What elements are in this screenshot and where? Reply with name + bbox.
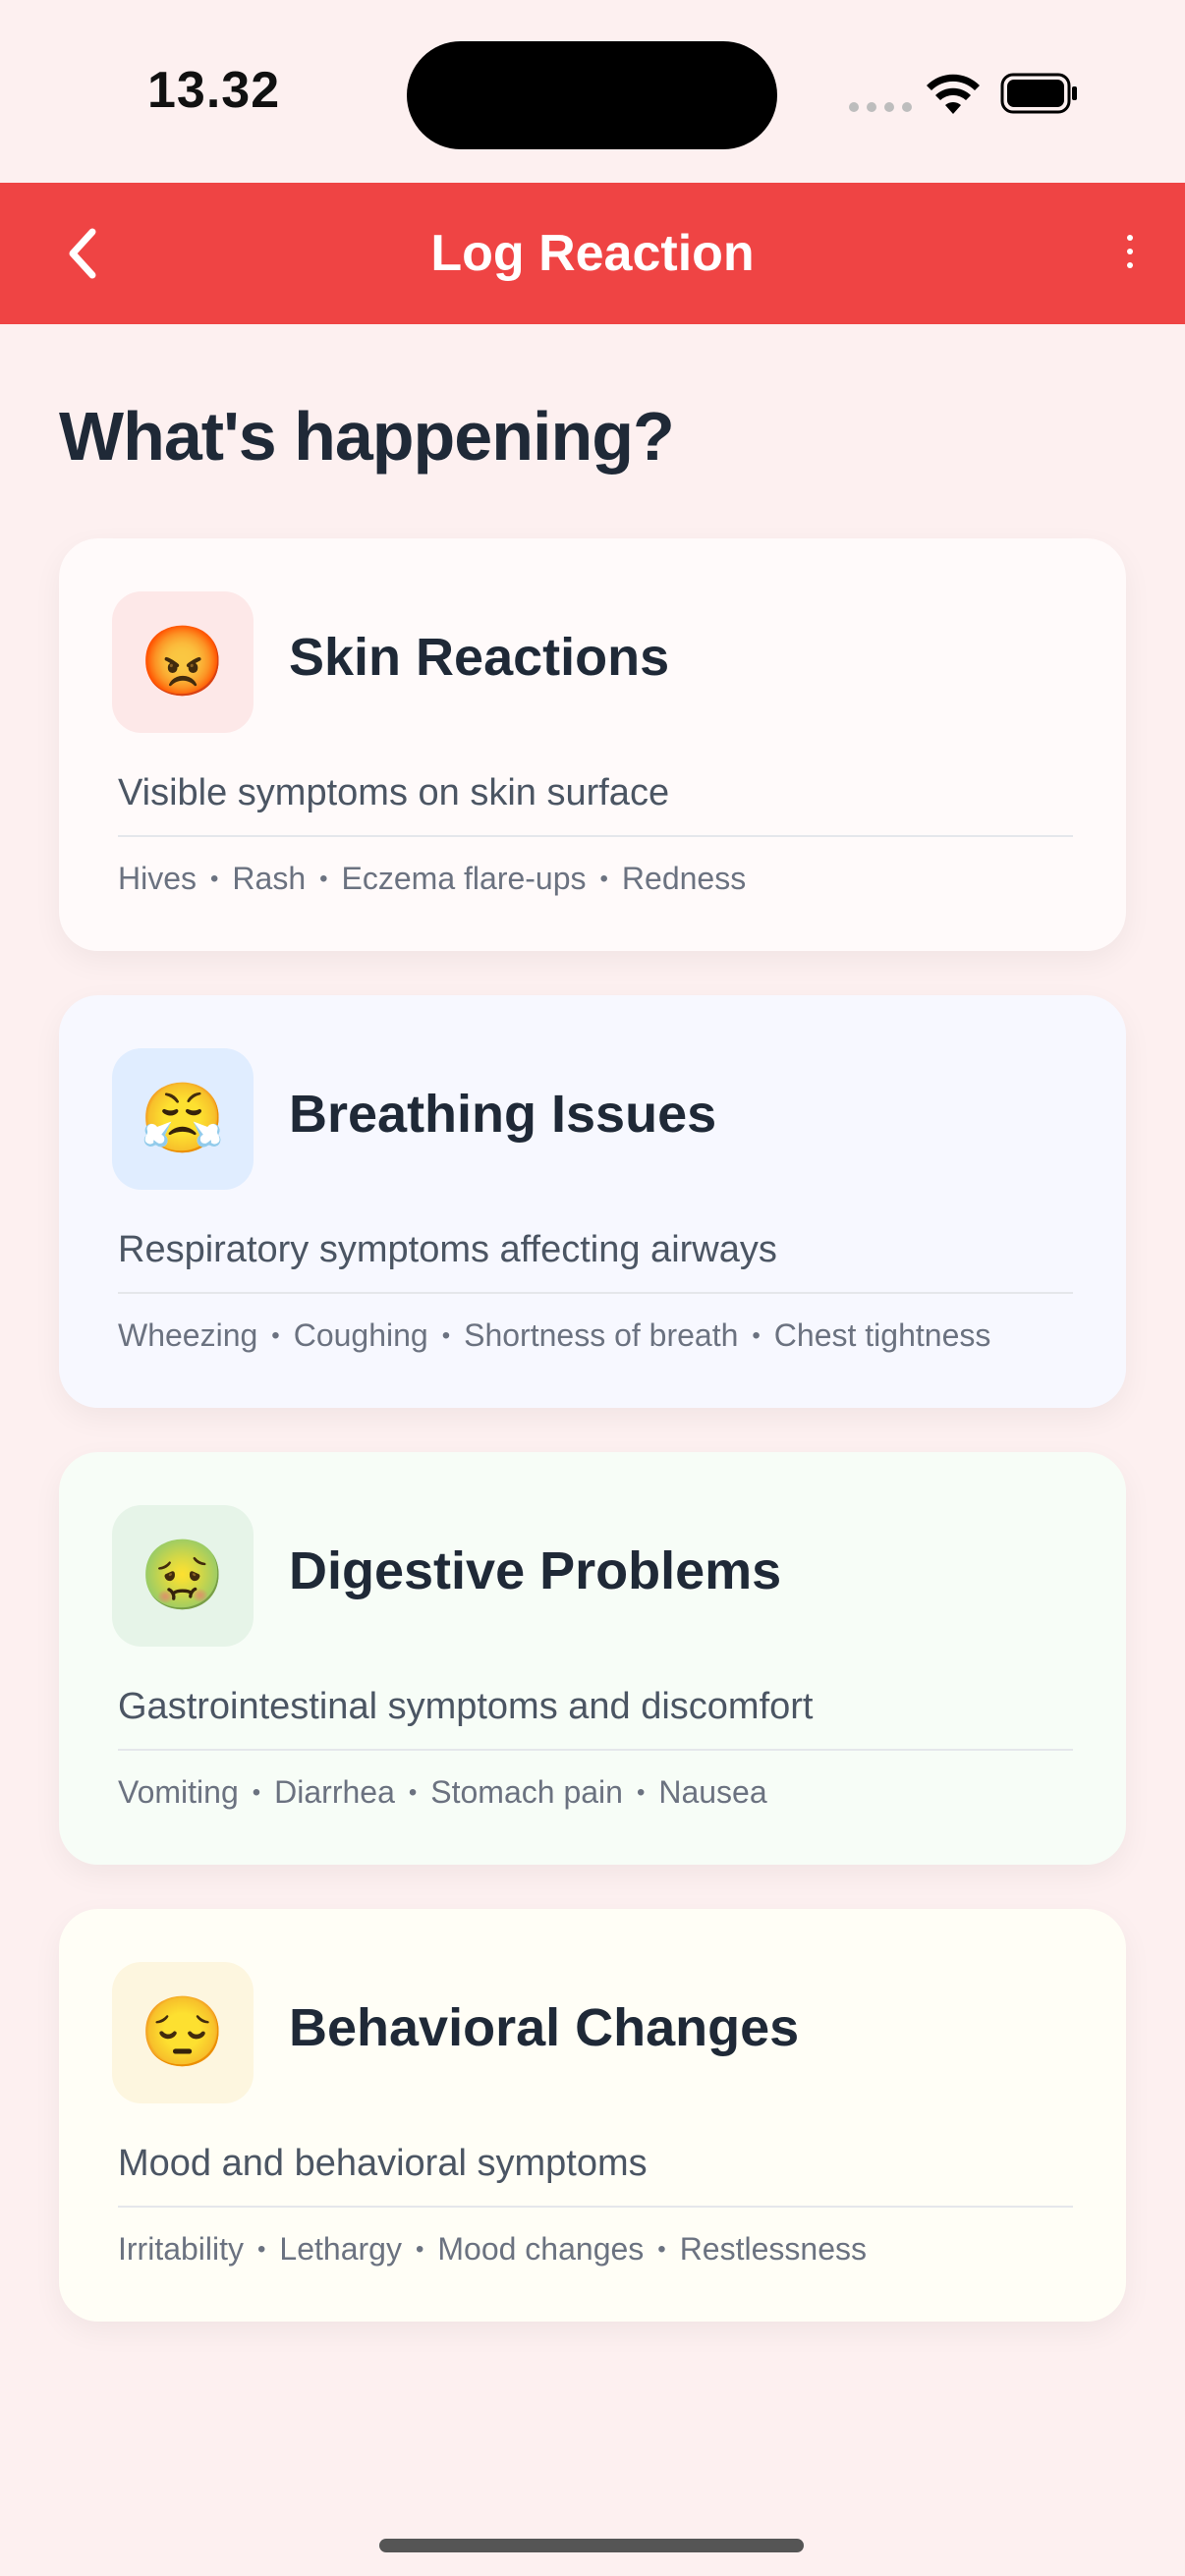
divider (118, 1292, 1073, 1294)
section-heading: What's happening? (59, 398, 675, 475)
symptom-tag: Stomach pain (430, 1774, 623, 1810)
battery-icon (1000, 73, 1077, 114)
card-description: Mood and behavioral symptoms (118, 2143, 648, 2184)
bullet-separator: • (257, 2236, 266, 2263)
bullet-separator: • (657, 2236, 666, 2263)
symptom-tag: Diarrhea (274, 1774, 395, 1810)
symptom-tags: Irritability • Lethargy • Mood changes • Restl… (118, 2231, 867, 2268)
bullet-separator: • (271, 1322, 280, 1349)
app-bar: Log Reaction (0, 183, 1185, 324)
bullet-separator: • (415, 2236, 424, 2263)
pensive-face-icon: 😔 (112, 1962, 254, 2103)
symptom-tag: Vomiting (118, 1774, 239, 1810)
symptom-tags: Wheezing • Coughing • Shortness of breath • Ch… (118, 1317, 990, 1354)
divider (118, 2206, 1073, 2208)
card-title: Digestive Problems (289, 1541, 782, 1600)
bullet-separator: • (210, 866, 219, 892)
symptom-tag: Eczema flare-ups (341, 861, 587, 896)
card-title: Behavioral Changes (289, 1998, 800, 2057)
bullet-separator: • (636, 1779, 646, 1806)
nauseated-face-icon: 🤢 (112, 1505, 254, 1647)
dynamic-island (407, 41, 777, 149)
symptom-tag: Redness (621, 861, 747, 896)
bullet-separator: • (599, 866, 608, 892)
face-with-steam-icon: 😤 (112, 1048, 254, 1190)
symptom-tag: Shortness of breath (464, 1317, 739, 1353)
category-card-skin-reactions[interactable]: 😡 Skin Reactions Visible symptoms on skin … (59, 538, 1126, 951)
divider (118, 1749, 1073, 1751)
category-card-digestive-problems[interactable]: 🤢 Digestive Problems Gastrointestinal symp… (59, 1452, 1126, 1865)
status-bar: 13.32 (0, 0, 1185, 183)
card-title: Skin Reactions (289, 628, 670, 687)
divider (118, 835, 1073, 837)
category-card-behavioral-changes[interactable]: 😔 Behavioral Changes Mood and behavioral s… (59, 1909, 1126, 2322)
angry-face-icon: 😡 (112, 591, 254, 733)
bullet-separator: • (441, 1322, 451, 1349)
symptom-tag: Mood changes (437, 2231, 645, 2267)
bullet-separator: • (319, 866, 328, 892)
card-description: Respiratory symptoms affecting airways (118, 1229, 777, 1270)
symptom-tag: Wheezing (118, 1317, 258, 1353)
symptom-tag: Irritability (118, 2231, 245, 2267)
symptom-tag: Nausea (658, 1774, 767, 1810)
bullet-separator: • (408, 1779, 418, 1806)
symptom-tags: Hives • Rash • Eczema flare-ups • Redness (118, 861, 746, 897)
cellular-signal-icon (849, 102, 912, 112)
symptom-tag: Restlessness (679, 2231, 867, 2267)
bullet-separator: • (252, 1779, 261, 1806)
home-indicator (379, 2539, 804, 2552)
wifi-icon (927, 74, 980, 114)
card-description: Visible symptoms on skin surface (118, 772, 670, 813)
symptom-tags: Vomiting • Diarrhea • Stomach pain • Nausea (118, 1774, 767, 1811)
symptom-tag: Coughing (293, 1317, 428, 1353)
card-description: Gastrointestinal symptoms and discomfort (118, 1686, 814, 1727)
symptom-tag: Hives (118, 861, 198, 896)
page-title: Log Reaction (430, 225, 755, 282)
category-card-breathing-issues[interactable]: 😤 Breathing Issues Respiratory symptoms af… (59, 995, 1126, 1408)
status-time: 13.32 (147, 62, 281, 119)
more-options-icon[interactable] (1110, 222, 1150, 281)
symptom-tag: Lethargy (279, 2231, 402, 2267)
bullet-separator: • (752, 1322, 761, 1349)
symptom-tag: Rash (232, 861, 307, 896)
symptom-tag: Chest tightness (773, 1317, 991, 1353)
card-title: Breathing Issues (289, 1085, 717, 1144)
